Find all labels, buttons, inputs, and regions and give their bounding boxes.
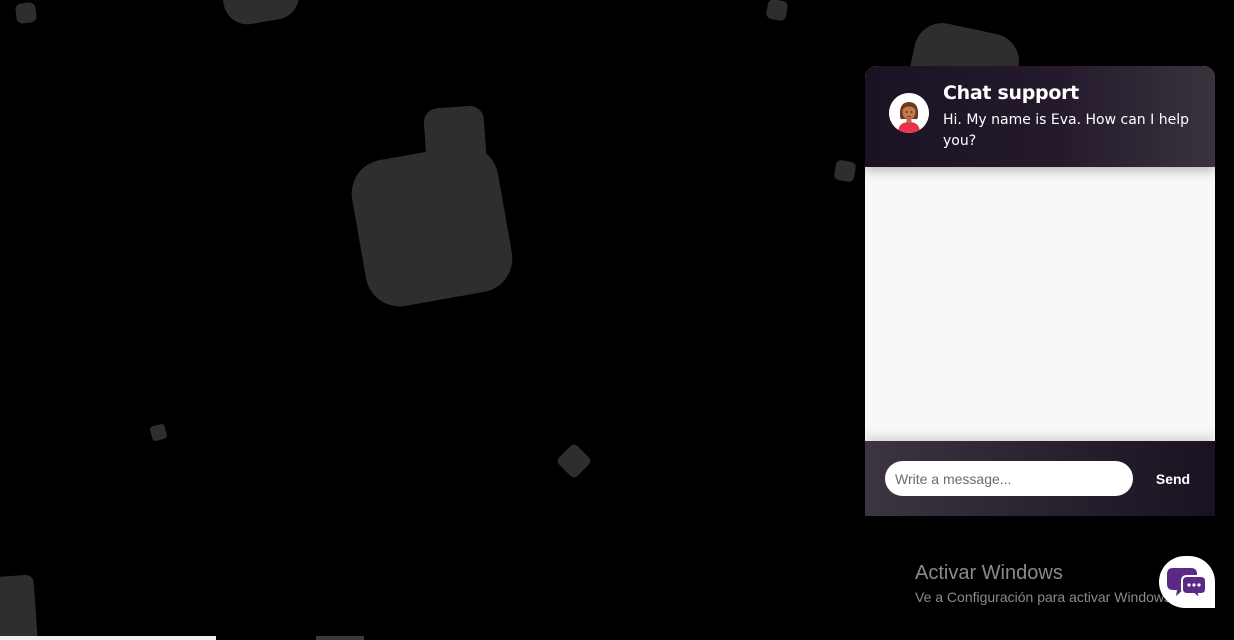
avatar: [889, 93, 929, 133]
chat-title: Chat support: [943, 82, 1079, 104]
floating-square-decoration: [833, 159, 857, 183]
floating-square-decoration: [346, 140, 518, 312]
taskbar-indicator: [316, 636, 364, 640]
send-button[interactable]: Send: [1145, 463, 1201, 494]
female-agent-avatar-icon: [889, 93, 929, 133]
floating-square-decoration: [765, 0, 789, 22]
floating-square-decoration: [14, 1, 38, 25]
message-input[interactable]: [885, 461, 1133, 496]
chat-header: Chat support Hi. My name is Eva. How can…: [865, 66, 1215, 167]
chat-window: Chat support Hi. My name is Eva. How can…: [865, 66, 1215, 516]
taskbar-strip: [0, 636, 216, 640]
chat-input-bar: Send: [865, 441, 1215, 516]
chat-messages-area[interactable]: [865, 167, 1215, 441]
floating-square-decoration: [555, 442, 593, 480]
floating-square-decoration: [149, 423, 168, 442]
page-background: Chat support Hi. My name is Eva. How can…: [0, 0, 1234, 640]
chat-greeting: Hi. My name is Eva. How can I help you?: [943, 112, 1189, 149]
watermark-subtitle: Ve a Configuración para activar Windows.: [915, 589, 1175, 605]
windows-activation-watermark: Activar Windows Ve a Configuración para …: [915, 561, 1175, 607]
watermark-title: Activar Windows: [915, 562, 1063, 584]
chat-bubbles-icon: [1167, 568, 1207, 602]
floating-square-decoration: [0, 574, 39, 640]
floating-square-decoration: [217, 0, 303, 29]
chat-launcher-button[interactable]: [1159, 556, 1215, 608]
